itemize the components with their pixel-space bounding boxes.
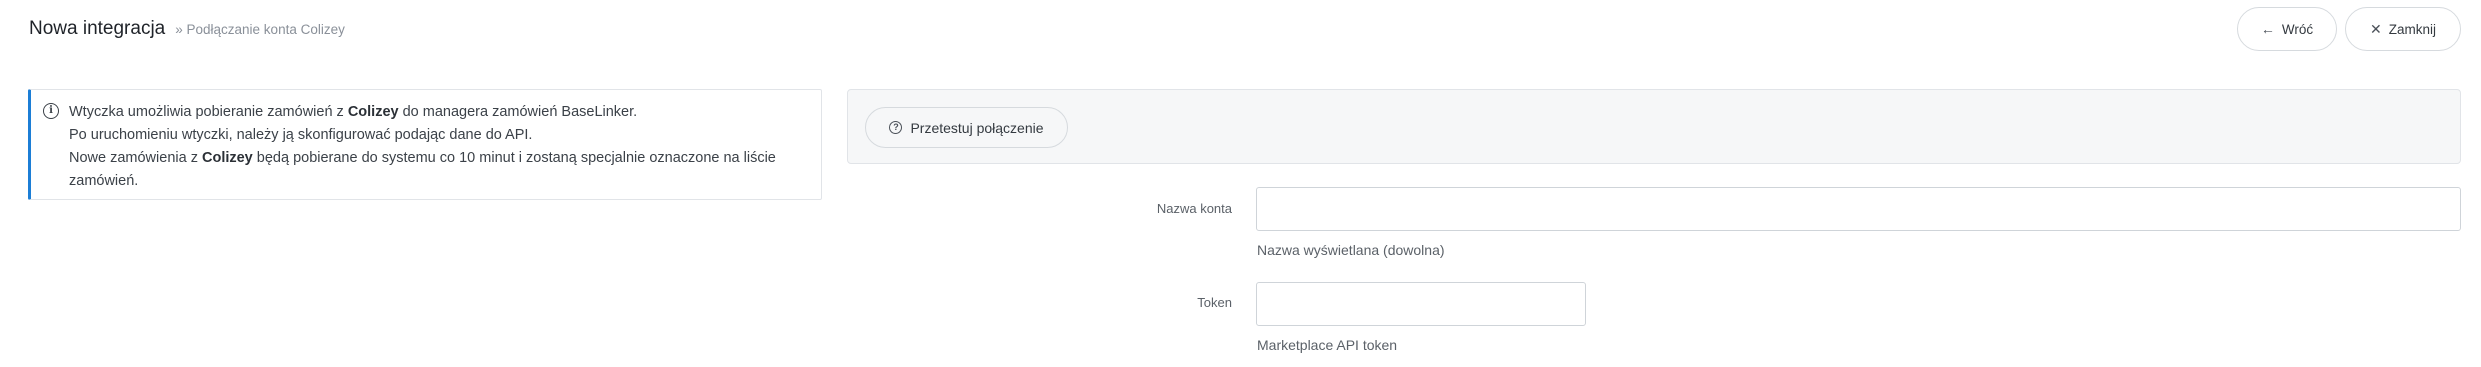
page-title: Nowa integracja <box>29 18 166 39</box>
info-text: Wtyczka umożliwia pobieranie zamówień z … <box>69 101 809 193</box>
back-button[interactable]: ← Wróć <box>2237 7 2337 51</box>
close-button[interactable]: ✕ Zamknij <box>2345 7 2461 51</box>
info-line-3-pre: Nowe zamówienia z <box>69 150 202 166</box>
test-connection-button[interactable]: ? Przetestuj połączenie <box>865 107 1068 148</box>
info-line-2: Po uruchomieniu wtyczki, należy ją skonf… <box>69 127 533 143</box>
test-connection-label: Przetestuj połączenie <box>910 119 1044 136</box>
info-line-1-pre: Wtyczka umożliwia pobieranie zamówień z <box>69 104 348 120</box>
info-line-1-bold: Colizey <box>347 104 399 120</box>
back-button-label: Wróć <box>2281 21 2314 37</box>
info-icon: i <box>43 103 59 119</box>
arrow-left-icon: ← <box>2260 21 2275 37</box>
close-button-label: Zamknij <box>2388 21 2436 37</box>
info-line-3-bold: Colizey <box>201 150 253 166</box>
token-label: Token <box>1197 295 1232 310</box>
info-line-1-post: do managera zamówień BaseLinker. <box>398 104 638 120</box>
account-name-help: Nazwa wyświetlana (dowolna) <box>1257 242 1445 258</box>
page-header: Nowa integracja » Podłączanie konta Coli… <box>29 18 345 40</box>
token-help: Marketplace API token <box>1257 337 1398 353</box>
account-name-input[interactable] <box>1256 187 2461 231</box>
breadcrumb: » Podłączanie konta Colizey <box>175 22 345 37</box>
test-connection-panel: ? Przetestuj połączenie <box>847 89 2461 164</box>
info-box: i Wtyczka umożliwia pobieranie zamówień … <box>28 89 822 200</box>
account-name-label: Nazwa konta <box>1156 201 1232 216</box>
info-line-1: Wtyczka umożliwia pobieranie zamówień z … <box>69 101 809 124</box>
info-line-3: Nowe zamówienia z Colizey będą pobierane… <box>69 147 809 193</box>
question-circle-icon: ? <box>889 121 903 134</box>
token-input[interactable] <box>1256 282 1586 326</box>
close-icon: ✕ <box>2370 20 2382 37</box>
